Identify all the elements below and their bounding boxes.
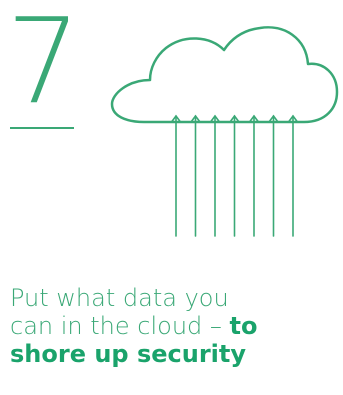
cloud-outline [110, 26, 339, 124]
caption-line-1: Put what data you [10, 284, 229, 312]
caption-line-2-plain: can in the cloud – [10, 312, 230, 340]
caption-line-2-emphasis: to [229, 312, 258, 340]
step-number: 7 [6, 0, 81, 130]
cloud-upload-arrows-icon [110, 26, 339, 237]
caption-line-2: can in the cloud – to [10, 312, 340, 340]
caption-line-3-emphasis: shore up security [10, 340, 247, 368]
step-number-underline [10, 127, 74, 129]
caption-text: Put what data you can in the cloud – to … [10, 284, 340, 368]
